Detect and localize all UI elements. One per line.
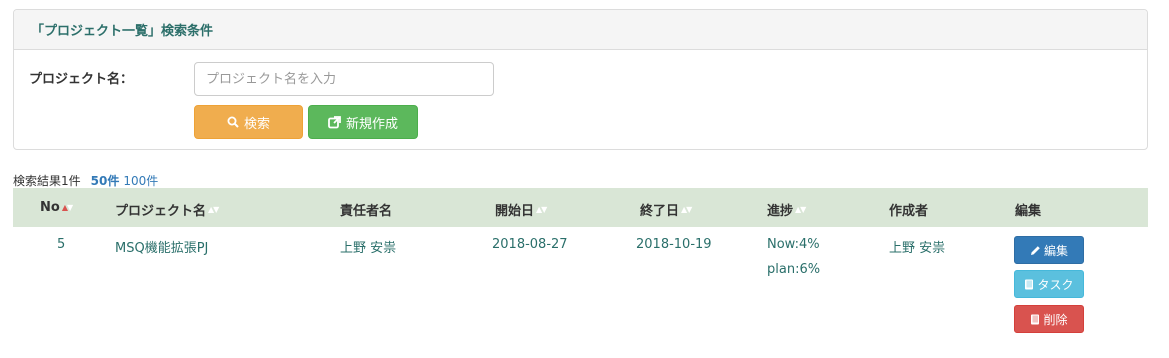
sort-arrows-icon: ▲ ▼ — [61, 203, 73, 212]
new-project-button-label: 新規作成 — [345, 116, 398, 132]
external-link-icon — [328, 115, 341, 129]
project-name-label: プロジェクト名： — [29, 72, 134, 87]
new-project-button[interactable]: 新規作成 — [308, 105, 418, 139]
cell-no: 5 — [57, 237, 66, 252]
column-header-manager-label: 責任者名 — [340, 204, 393, 219]
delete-button-label: 削除 — [1043, 312, 1068, 327]
column-header-edit-label: 編集 — [1015, 204, 1042, 219]
table-header: No ▲ ▼ プロジェクト名 ▲ ▼ 責任者名 開始日 ▲ ▼ 終了日 ▲ ▼ 進捗 ▲… — [13, 188, 1148, 227]
result-summary: 検索結果1件 50件 100件 — [13, 172, 158, 189]
table-row: 5 MSQ機能拡張PJ 上野 安祟 2018-08-27 2018-10-19 … — [13, 227, 1148, 347]
panel-title: 「プロジェクト一覧」検索条件 — [14, 10, 1147, 50]
search-panel: 「プロジェクト一覧」検索条件 プロジェクト名： 検索 新規作成 — [13, 9, 1148, 150]
column-header-no[interactable]: No ▲ ▼ — [40, 200, 73, 215]
sort-arrows-icon: ▲ ▼ — [681, 205, 692, 214]
book-icon — [1024, 279, 1034, 290]
column-header-start-label: 開始日 — [495, 204, 535, 219]
search-button-label: 検索 — [243, 116, 270, 132]
column-header-progress-label: 進捗 — [767, 204, 794, 219]
column-header-start[interactable]: 開始日 ▲ ▼ — [495, 200, 547, 219]
project-name-input[interactable] — [194, 62, 494, 96]
column-header-end[interactable]: 終了日 ▲ ▼ — [640, 200, 692, 219]
edit-button[interactable]: 編集 — [1014, 236, 1084, 264]
pencil-icon — [1030, 245, 1041, 256]
column-header-creator-label: 作成者 — [889, 204, 929, 219]
cell-end-date: 2018-10-19 — [636, 237, 712, 252]
search-button[interactable]: 検索 — [194, 105, 303, 139]
column-header-progress[interactable]: 進捗 ▲ ▼ — [767, 200, 806, 219]
cell-progress-plan: plan:6% — [767, 262, 821, 277]
cell-creator: 上野 安祟 — [889, 241, 946, 256]
cell-project-link[interactable]: MSQ機能拡張PJ — [115, 237, 208, 256]
cell-progress-now: Now:4% — [767, 237, 820, 252]
column-header-manager: 責任者名 — [340, 200, 392, 219]
book-icon — [1030, 314, 1040, 325]
search-icon — [227, 116, 239, 128]
page-size-50-link[interactable]: 50件 — [91, 174, 120, 188]
column-header-edit: 編集 — [1015, 200, 1041, 219]
cell-start-date: 2018-08-27 — [492, 237, 568, 252]
page-size-100-link[interactable]: 100件 — [123, 174, 158, 188]
sort-arrows-icon: ▲ ▼ — [208, 205, 219, 214]
task-button-label: タスク — [1037, 277, 1074, 292]
column-header-project[interactable]: プロジェクト名 ▲ ▼ — [115, 200, 219, 219]
result-count: 検索結果1件 — [13, 174, 81, 188]
column-header-project-label: プロジェクト名 — [115, 204, 207, 219]
cell-manager: 上野 安祟 — [340, 241, 397, 256]
column-header-creator: 作成者 — [889, 200, 928, 219]
sort-arrows-icon: ▲ ▼ — [536, 205, 547, 214]
column-header-end-label: 終了日 — [640, 204, 680, 219]
task-button[interactable]: タスク — [1014, 270, 1084, 298]
column-header-no-label: No — [40, 200, 60, 215]
delete-button[interactable]: 削除 — [1014, 305, 1084, 333]
edit-button-label: 編集 — [1043, 243, 1068, 258]
sort-arrows-icon: ▲ ▼ — [795, 205, 806, 214]
